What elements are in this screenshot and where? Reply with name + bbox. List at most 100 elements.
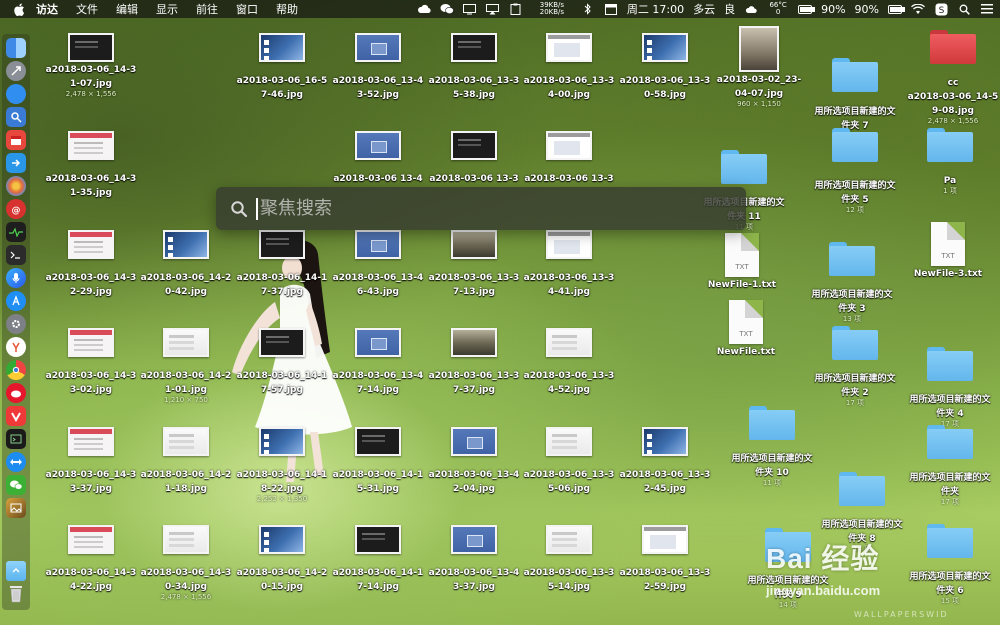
calendar-icon[interactable] (6, 130, 26, 150)
mail-icon[interactable]: @ (6, 199, 26, 219)
weibo-icon[interactable] (6, 383, 26, 403)
migration-icon[interactable] (6, 153, 26, 173)
clock-text[interactable]: 周二 17:00 (627, 1, 684, 17)
desktop-file[interactable]: a2018-03-06_14-1 5-31.jpg (330, 427, 426, 495)
image-icon[interactable] (6, 498, 26, 518)
desktop-file[interactable]: a2018-03-06_14-3 2-29.jpg (43, 230, 139, 298)
desktop-file[interactable]: a2018-03-06 13-3 (521, 131, 617, 185)
battery-icon-2[interactable] (888, 3, 905, 15)
activity-icon[interactable] (6, 222, 26, 242)
desktop-file[interactable]: a2018-03-06_14-3 3-02.jpg (43, 328, 139, 396)
calendar-mini-icon[interactable] (604, 3, 618, 15)
notification-center-icon[interactable] (980, 3, 994, 15)
desktop-file[interactable]: a2018-03-06_14-2 1-01.jpg 1,210 × 750 (138, 328, 234, 405)
sogou-icon[interactable]: S (934, 3, 948, 16)
yandex-icon[interactable] (6, 337, 26, 357)
desktop-folder[interactable]: 16 项 用所选项目新建的文 件夹 5 12 项 (807, 128, 903, 215)
desktop-file[interactable]: a2018-03-06_13-4 6-43.jpg (330, 230, 426, 298)
desktop-file[interactable]: cc a2018-03-06_14-5 9-08.jpg 2,478 × 1,5… (905, 30, 1000, 126)
desktop-file[interactable]: a2018-03-06_16-5 7-46.jpg (234, 33, 330, 101)
weather-icon[interactable] (744, 3, 758, 15)
chrome-icon[interactable] (6, 360, 26, 380)
folder-icon[interactable] (6, 561, 26, 581)
cloud-icon[interactable] (417, 3, 431, 15)
desktop-folder[interactable]: 用所选项目新建的文 件夹 6 15 项 (902, 524, 998, 606)
desktop-file[interactable]: a2018-03-06_14-2 0-15.jpg (234, 525, 330, 593)
teamviewer-icon[interactable] (6, 452, 26, 472)
air-quality-text[interactable]: 良 (724, 1, 735, 17)
wifi-icon[interactable] (911, 3, 925, 15)
desktop-file[interactable]: a2018-03-06_13-4 2-04.jpg (426, 427, 522, 495)
spotlight-search-input[interactable] (260, 198, 700, 219)
menu-app-finder[interactable]: 访达 (36, 1, 58, 17)
desktop-file[interactable]: a2018-03-06_13-3 4-41.jpg (521, 230, 617, 298)
spotlight-menu-icon[interactable] (957, 3, 971, 15)
desktop-file[interactable]: a2018-03-06_13-4 3-52.jpg (330, 33, 426, 101)
desktop-file[interactable]: a2018-03-06_13-3 5-14.jpg (521, 525, 617, 593)
photos-icon[interactable] (6, 176, 26, 196)
desktop-folder[interactable]: 用所选项目新建的文 件夹 3 13 项 (804, 242, 900, 324)
menu-edit[interactable]: 编辑 (116, 1, 138, 17)
clipboard-icon[interactable] (509, 3, 523, 15)
desktop-file[interactable]: a2018-03-06 13-3 (426, 131, 522, 185)
desktop-folder[interactable]: Pa 1 项 (902, 128, 998, 196)
desktop-file[interactable]: a2018-03-06_13-3 2-45.jpg (617, 427, 713, 495)
desktop-folder[interactable]: 用所选项目新建的文 件夹 4 17 项 (902, 347, 998, 429)
desktop-file[interactable]: a2018-03-06_14-3 0-34.jpg 2,478 × 1,556 (138, 525, 234, 602)
desktop-file[interactable]: a2018-03-06_13-3 4-52.jpg (521, 328, 617, 396)
wechat-icon[interactable] (6, 475, 26, 495)
bluetooth-icon[interactable] (581, 3, 595, 15)
desktop-file[interactable]: a2018-03-06_14-1 8-22.jpg 2,252 × 1,350 (234, 427, 330, 504)
menu-go[interactable]: 前往 (196, 1, 218, 17)
desktop-file[interactable]: a2018-03-06_14-3 1-35.jpg (43, 131, 139, 199)
desktop-file[interactable]: a2018-03-06_14-1 7-14.jpg (330, 525, 426, 593)
finder-icon[interactable] (6, 38, 26, 58)
weather-text[interactable]: 多云 (693, 1, 715, 17)
desktop-file[interactable]: a2018-03-06_13-3 2-59.jpg (617, 525, 713, 593)
desktop-folder[interactable]: 用所选项目新建的文 件夹 17 项 (902, 425, 998, 507)
desktop-file[interactable]: a2018-03-06_13-3 7-13.jpg (426, 230, 522, 298)
battery-percent-1[interactable]: 90% (821, 3, 845, 16)
desktop-folder[interactable]: 用所选项目新建的文 件夹 7 (807, 58, 903, 132)
desktop-file[interactable]: a2018-03-06_14-3 4-22.jpg (43, 525, 139, 593)
desktop-file[interactable]: a2018-03-06_14-2 0-42.jpg (138, 230, 234, 298)
desktop-folder[interactable]: 用所选项目新建的文 件夹 10 11 项 (724, 406, 820, 488)
battery-percent-2[interactable]: 90% (855, 3, 879, 16)
desktop-file[interactable]: a2018-03-06_13-4 7-14.jpg (330, 328, 426, 396)
apple-logo-icon[interactable] (12, 2, 26, 16)
display-icon[interactable] (463, 3, 477, 15)
preview-icon[interactable] (6, 107, 26, 127)
menu-window[interactable]: 窗口 (236, 1, 258, 17)
wechat-status-icon[interactable] (440, 3, 454, 15)
desktop-file[interactable]: a2018-03-06_14-1 7-37.jpg (234, 230, 330, 298)
desktop-txt-file[interactable]: TXT NewFile-3.txt (900, 222, 996, 280)
desktop-txt-file[interactable]: TXT NewFile-1.txt (694, 233, 790, 291)
preferences-icon[interactable] (6, 314, 26, 334)
desktop-txt-file[interactable]: TXT NewFile.txt (698, 300, 794, 358)
desktop-file[interactable]: a2018-03-06_13-3 5-38.jpg (426, 33, 522, 101)
launchpad-icon[interactable] (6, 61, 26, 81)
menu-help[interactable]: 帮助 (276, 1, 298, 17)
desktop-file[interactable]: a2018-03-06_13-3 7-37.jpg (426, 328, 522, 396)
siri-icon[interactable] (6, 268, 26, 288)
desktop-file[interactable]: a2018-03-06_14-3 1-07.jpg 2,478 × 1,556 (43, 33, 139, 99)
desktop-file[interactable]: a2018-03-06_13-3 4-00.jpg (521, 33, 617, 101)
console-icon[interactable] (6, 429, 26, 449)
desktop-file[interactable]: a2018-03-06_13-3 0-58.jpg (617, 33, 713, 101)
trash-icon[interactable] (6, 584, 26, 604)
desktop-file[interactable]: a2018-03-06_14-1 7-57.jpg (234, 328, 330, 396)
desktop-file[interactable]: a2018-03-06_13-4 3-37.jpg (426, 525, 522, 593)
vivaldi-icon[interactable] (6, 406, 26, 426)
terminal-icon[interactable] (6, 245, 26, 265)
airplay-icon[interactable] (486, 3, 500, 15)
desktop-file[interactable]: a2018-03-02_23- 04-07.jpg 960 × 1,150 (711, 26, 807, 109)
desktop-file[interactable]: a2018-03-06_14-2 1-18.jpg (138, 427, 234, 495)
desktop-folder[interactable]: 用所选项目新建的文 件夹 2 17 项 (807, 326, 903, 408)
desktop-file[interactable]: a2018-03-06_14-3 3-37.jpg (43, 427, 139, 495)
desktop-file[interactable]: a2018-03-06_13-3 5-06.jpg (521, 427, 617, 495)
desktop-file[interactable]: a2018-03-06 13-4 (330, 131, 426, 185)
menu-view[interactable]: 显示 (156, 1, 178, 17)
menu-file[interactable]: 文件 (76, 1, 98, 17)
appstore-icon[interactable] (6, 291, 26, 311)
battery-icon[interactable] (798, 3, 816, 15)
